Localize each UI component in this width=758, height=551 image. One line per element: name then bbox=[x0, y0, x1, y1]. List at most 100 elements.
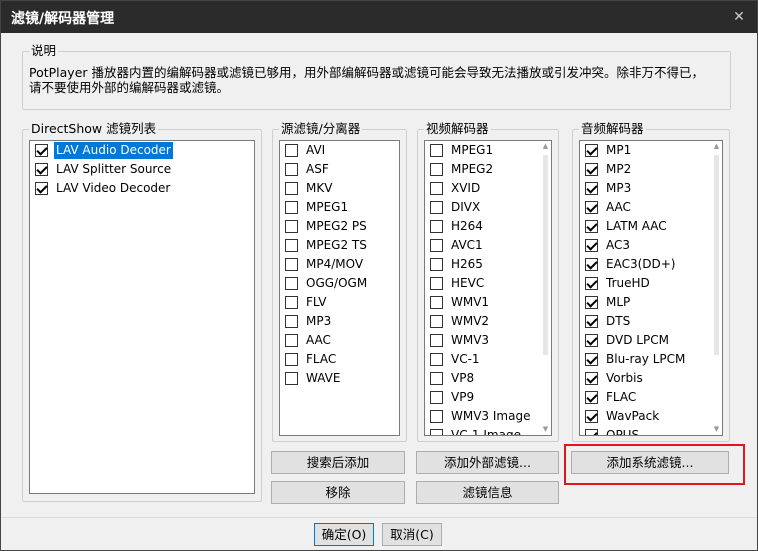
checkbox-icon[interactable] bbox=[285, 353, 298, 366]
audio-decoder-item[interactable]: AC3 bbox=[580, 236, 722, 255]
search-add-button[interactable]: 搜索后添加 bbox=[271, 451, 405, 474]
video-decoder-item[interactable]: WMV3 bbox=[425, 331, 551, 350]
checkbox-icon[interactable] bbox=[430, 334, 443, 347]
source-filters-list[interactable]: AVI ASF MKV MPEG1 MPEG2 PS MPEG2 TS MP4/MOV OGG… bbox=[279, 140, 400, 436]
source-filter-item[interactable]: AAC bbox=[280, 331, 399, 350]
video-decoder-item[interactable]: H264 bbox=[425, 217, 551, 236]
directshow-filter-item[interactable]: LAV Video Decoder bbox=[30, 179, 254, 198]
checkbox-icon[interactable] bbox=[430, 201, 443, 214]
checkbox-icon[interactable] bbox=[285, 372, 298, 385]
remove-button[interactable]: 移除 bbox=[271, 481, 405, 504]
source-filter-item[interactable]: MP3 bbox=[280, 312, 399, 331]
audio-list-scrollbar[interactable]: ▲ ▼ bbox=[711, 141, 722, 435]
checkbox-icon[interactable] bbox=[585, 239, 598, 252]
video-list-scrollbar[interactable]: ▲ ▼ bbox=[540, 141, 551, 435]
checkbox-icon[interactable] bbox=[585, 163, 598, 176]
video-decoder-item[interactable]: MPEG1 bbox=[425, 141, 551, 160]
checkbox-icon[interactable] bbox=[585, 391, 598, 404]
audio-decoder-item[interactable]: LATM AAC bbox=[580, 217, 722, 236]
checkbox-icon[interactable] bbox=[585, 372, 598, 385]
checkbox-icon[interactable] bbox=[430, 410, 443, 423]
checkbox-icon[interactable] bbox=[430, 239, 443, 252]
checkbox-icon[interactable] bbox=[285, 296, 298, 309]
audio-decoder-item[interactable]: WavPack bbox=[580, 407, 722, 426]
audio-decoder-item[interactable]: EAC3(DD+) bbox=[580, 255, 722, 274]
video-decoder-item[interactable]: WMV3 Image bbox=[425, 407, 551, 426]
checkbox-icon[interactable] bbox=[430, 220, 443, 233]
audio-decoder-item[interactable]: AAC bbox=[580, 198, 722, 217]
video-decoder-item[interactable]: VP9 bbox=[425, 388, 551, 407]
scroll-down-arrow-icon[interactable]: ▼ bbox=[711, 424, 722, 435]
audio-decoder-item[interactable]: DVD LPCM bbox=[580, 331, 722, 350]
checkbox-icon[interactable] bbox=[585, 429, 598, 435]
directshow-filter-item[interactable]: LAV Audio Decoder bbox=[30, 141, 254, 160]
scroll-up-arrow-icon[interactable]: ▲ bbox=[540, 141, 551, 152]
audio-decoder-item[interactable]: OPUS bbox=[580, 426, 722, 435]
checkbox-icon[interactable] bbox=[585, 220, 598, 233]
checkbox-icon[interactable] bbox=[430, 391, 443, 404]
source-filter-item[interactable]: AVI bbox=[280, 141, 399, 160]
checkbox-icon[interactable] bbox=[585, 144, 598, 157]
checkbox-icon[interactable] bbox=[285, 258, 298, 271]
filter-info-button[interactable]: 滤镜信息 bbox=[416, 481, 559, 504]
audio-decoder-item[interactable]: Vorbis bbox=[580, 369, 722, 388]
scroll-up-arrow-icon[interactable]: ▲ bbox=[711, 141, 722, 152]
source-filter-item[interactable]: MKV bbox=[280, 179, 399, 198]
ok-button[interactable]: 确定(O) bbox=[314, 523, 374, 546]
checkbox-icon[interactable] bbox=[430, 372, 443, 385]
video-decoder-item[interactable]: H265 bbox=[425, 255, 551, 274]
source-filter-item[interactable]: MP4/MOV bbox=[280, 255, 399, 274]
checkbox-icon[interactable] bbox=[430, 296, 443, 309]
source-filter-item[interactable]: FLAC bbox=[280, 350, 399, 369]
add-external-filter-button[interactable]: 添加外部滤镜... bbox=[416, 451, 559, 474]
checkbox-icon[interactable] bbox=[430, 258, 443, 271]
scrollbar-thumb[interactable] bbox=[714, 155, 719, 355]
audio-decoder-item[interactable]: FLAC bbox=[580, 388, 722, 407]
checkbox-icon[interactable] bbox=[285, 182, 298, 195]
checkbox-icon[interactable] bbox=[285, 315, 298, 328]
source-filter-item[interactable]: OGG/OGM bbox=[280, 274, 399, 293]
scrollbar-thumb[interactable] bbox=[543, 155, 548, 355]
audio-decoder-item[interactable]: MP2 bbox=[580, 160, 722, 179]
audio-decoder-item[interactable]: MP1 bbox=[580, 141, 722, 160]
video-decoder-item[interactable]: WMV1 bbox=[425, 293, 551, 312]
close-icon[interactable]: ✕ bbox=[729, 7, 749, 27]
source-filter-item[interactable]: MPEG2 TS bbox=[280, 236, 399, 255]
checkbox-icon[interactable] bbox=[285, 201, 298, 214]
audio-decoder-item[interactable]: MP3 bbox=[580, 179, 722, 198]
video-decoder-item[interactable]: WMV2 bbox=[425, 312, 551, 331]
source-filter-item[interactable]: MPEG1 bbox=[280, 198, 399, 217]
audio-decoder-item[interactable]: Blu-ray LPCM bbox=[580, 350, 722, 369]
checkbox-icon[interactable] bbox=[430, 353, 443, 366]
checkbox-icon[interactable] bbox=[430, 144, 443, 157]
video-decoder-item[interactable]: VC-1 Image bbox=[425, 426, 551, 435]
cancel-button[interactable]: 取消(C) bbox=[382, 523, 442, 546]
checkbox-icon[interactable] bbox=[585, 353, 598, 366]
directshow-filter-list[interactable]: LAV Audio Decoder LAV Splitter Source LAV … bbox=[29, 140, 255, 494]
checkbox-icon[interactable] bbox=[35, 144, 48, 157]
video-decoder-item[interactable]: AVC1 bbox=[425, 236, 551, 255]
checkbox-icon[interactable] bbox=[430, 163, 443, 176]
source-filter-item[interactable]: ASF bbox=[280, 160, 399, 179]
checkbox-icon[interactable] bbox=[585, 296, 598, 309]
source-filter-item[interactable]: FLV bbox=[280, 293, 399, 312]
video-decoder-item[interactable]: XVID bbox=[425, 179, 551, 198]
checkbox-icon[interactable] bbox=[585, 334, 598, 347]
directshow-filter-item[interactable]: LAV Splitter Source bbox=[30, 160, 254, 179]
checkbox-icon[interactable] bbox=[430, 182, 443, 195]
source-filter-item[interactable]: WAVE bbox=[280, 369, 399, 388]
checkbox-icon[interactable] bbox=[285, 220, 298, 233]
checkbox-icon[interactable] bbox=[585, 410, 598, 423]
checkbox-icon[interactable] bbox=[585, 201, 598, 214]
audio-decoder-item[interactable]: DTS bbox=[580, 312, 722, 331]
source-filter-item[interactable]: MPEG2 PS bbox=[280, 217, 399, 236]
audio-decoders-list[interactable]: MP1 MP2 MP3 AAC LATM AAC AC3 EAC3(DD+) TrueHD ML… bbox=[579, 140, 723, 436]
checkbox-icon[interactable] bbox=[285, 239, 298, 252]
checkbox-icon[interactable] bbox=[585, 258, 598, 271]
checkbox-icon[interactable] bbox=[585, 315, 598, 328]
checkbox-icon[interactable] bbox=[430, 277, 443, 290]
checkbox-icon[interactable] bbox=[285, 144, 298, 157]
checkbox-icon[interactable] bbox=[585, 182, 598, 195]
checkbox-icon[interactable] bbox=[285, 277, 298, 290]
video-decoder-item[interactable]: HEVC bbox=[425, 274, 551, 293]
